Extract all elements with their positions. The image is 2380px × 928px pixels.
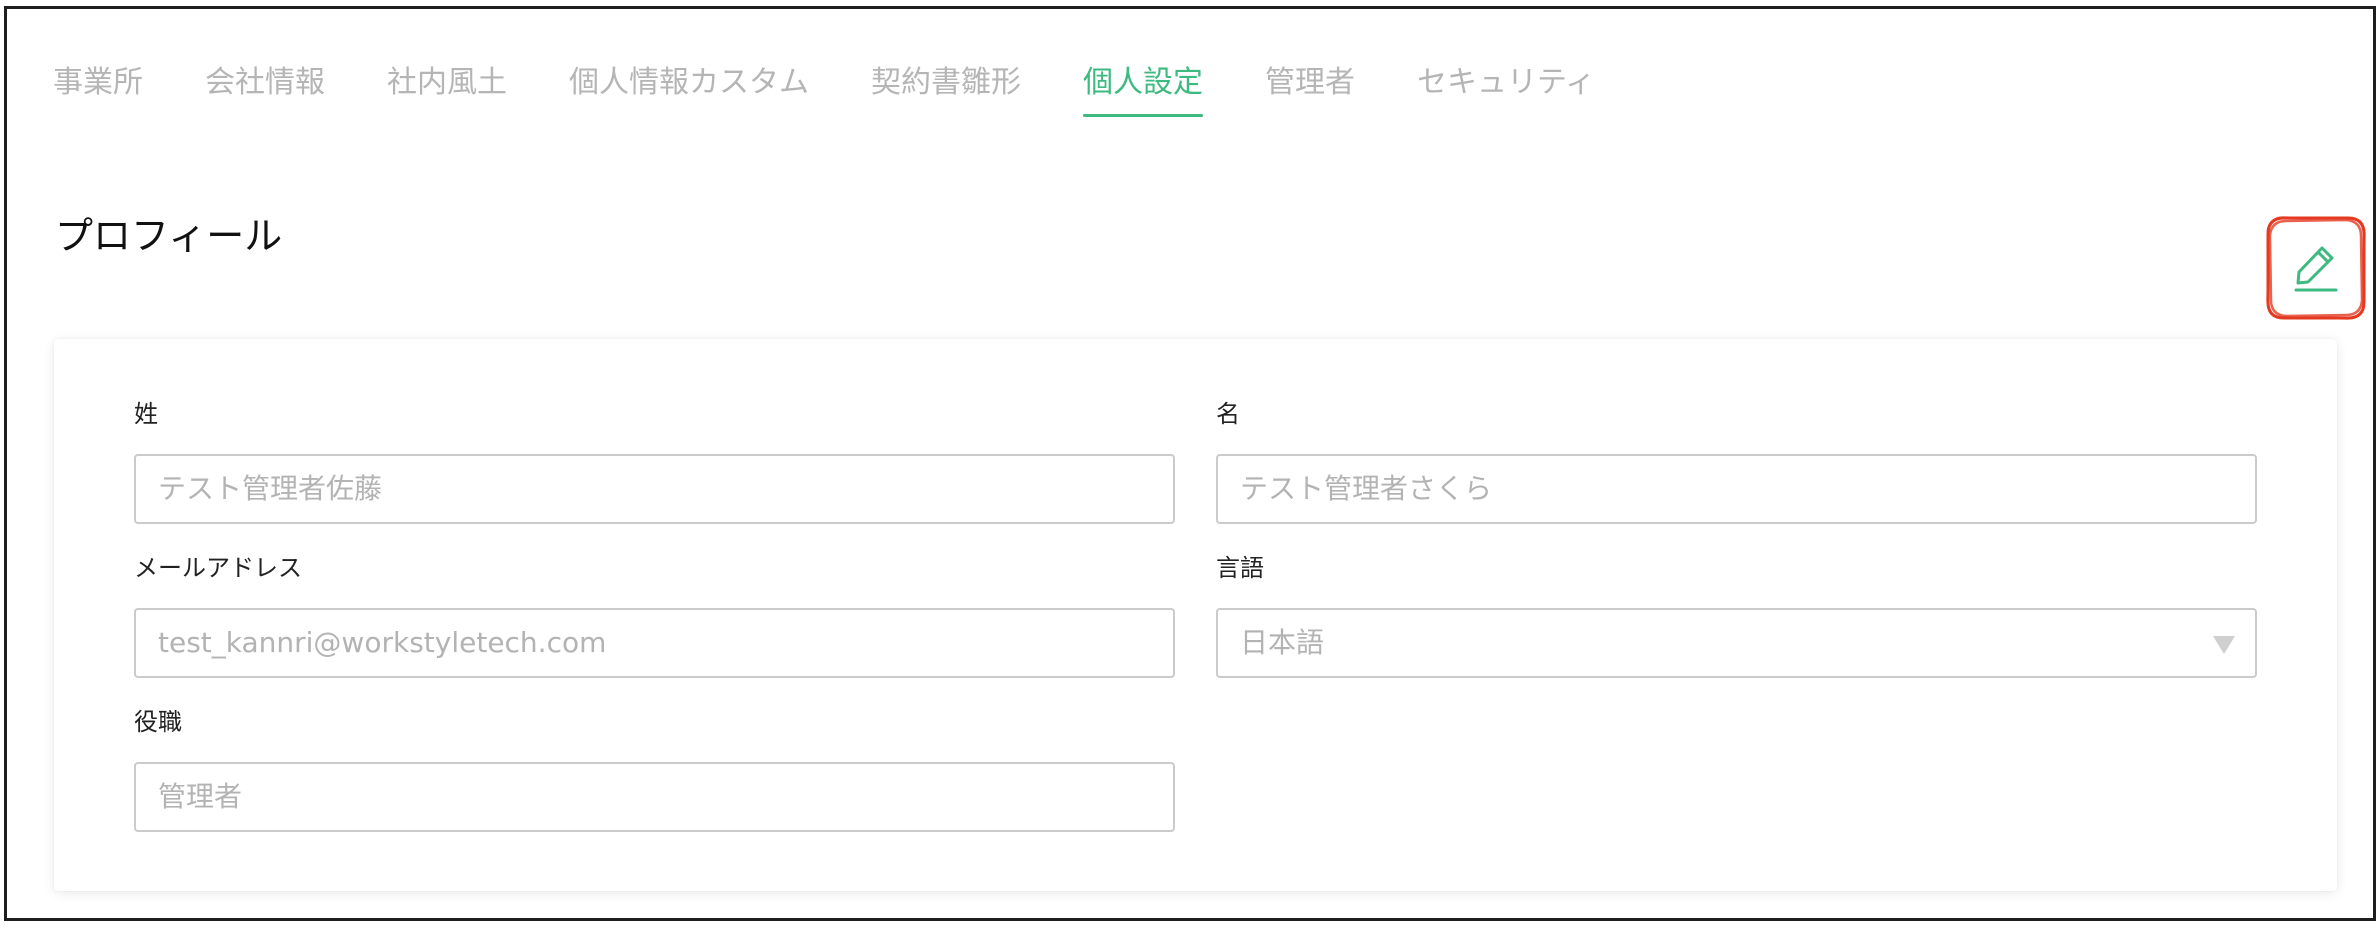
app-window: 事業所 会社情報 社内風土 個人情報カスタム 契約書雛形 個人設定 管理者 セキ… [4, 6, 2376, 921]
edit-highlight [2264, 214, 2368, 322]
last-name-field-group: 姓 テスト管理者佐藤 [134, 398, 1175, 524]
tab-company-info[interactable]: 会社情報 [205, 63, 325, 117]
tab-personal-settings[interactable]: 個人設定 [1083, 63, 1203, 117]
profile-card: 姓 テスト管理者佐藤 名 テスト管理者さくら メールアドレス test_kann… [54, 339, 2337, 891]
settings-tabs: 事業所 会社情報 社内風土 個人情報カスタム 契約書雛形 個人設定 管理者 セキ… [53, 63, 1595, 117]
first-name-label: 名 [1216, 400, 1240, 428]
caret-down-icon [2213, 636, 2235, 654]
section-title: プロフィール [55, 214, 283, 258]
position-input[interactable]: 管理者 [134, 762, 1175, 832]
language-field-group: 言語 日本語 [1216, 552, 2257, 678]
email-input[interactable]: test_kannri@workstyletech.com [134, 608, 1175, 678]
email-field-group: メールアドレス test_kannri@workstyletech.com [134, 552, 1175, 678]
last-name-input[interactable]: テスト管理者佐藤 [134, 454, 1175, 524]
first-name-field-group: 名 テスト管理者さくら [1216, 398, 2257, 524]
position-field-group: 役職 管理者 [134, 706, 1175, 832]
tab-admins[interactable]: 管理者 [1265, 63, 1355, 117]
last-name-label: 姓 [134, 400, 158, 428]
tab-security[interactable]: セキュリティ [1417, 63, 1595, 117]
tab-offices[interactable]: 事業所 [53, 63, 143, 117]
first-name-input[interactable]: テスト管理者さくら [1216, 454, 2257, 524]
language-select[interactable]: 日本語 [1216, 608, 2257, 678]
tab-personal-info-custom[interactable]: 個人情報カスタム [569, 63, 809, 117]
language-select-value: 日本語 [1240, 626, 1325, 659]
pencil-icon[interactable] [2292, 242, 2340, 294]
language-label: 言語 [1216, 554, 1264, 582]
position-label: 役職 [134, 708, 182, 736]
tab-company-culture[interactable]: 社内風土 [387, 63, 507, 117]
tab-contract-templates[interactable]: 契約書雛形 [871, 63, 1021, 117]
email-label: メールアドレス [134, 554, 302, 582]
